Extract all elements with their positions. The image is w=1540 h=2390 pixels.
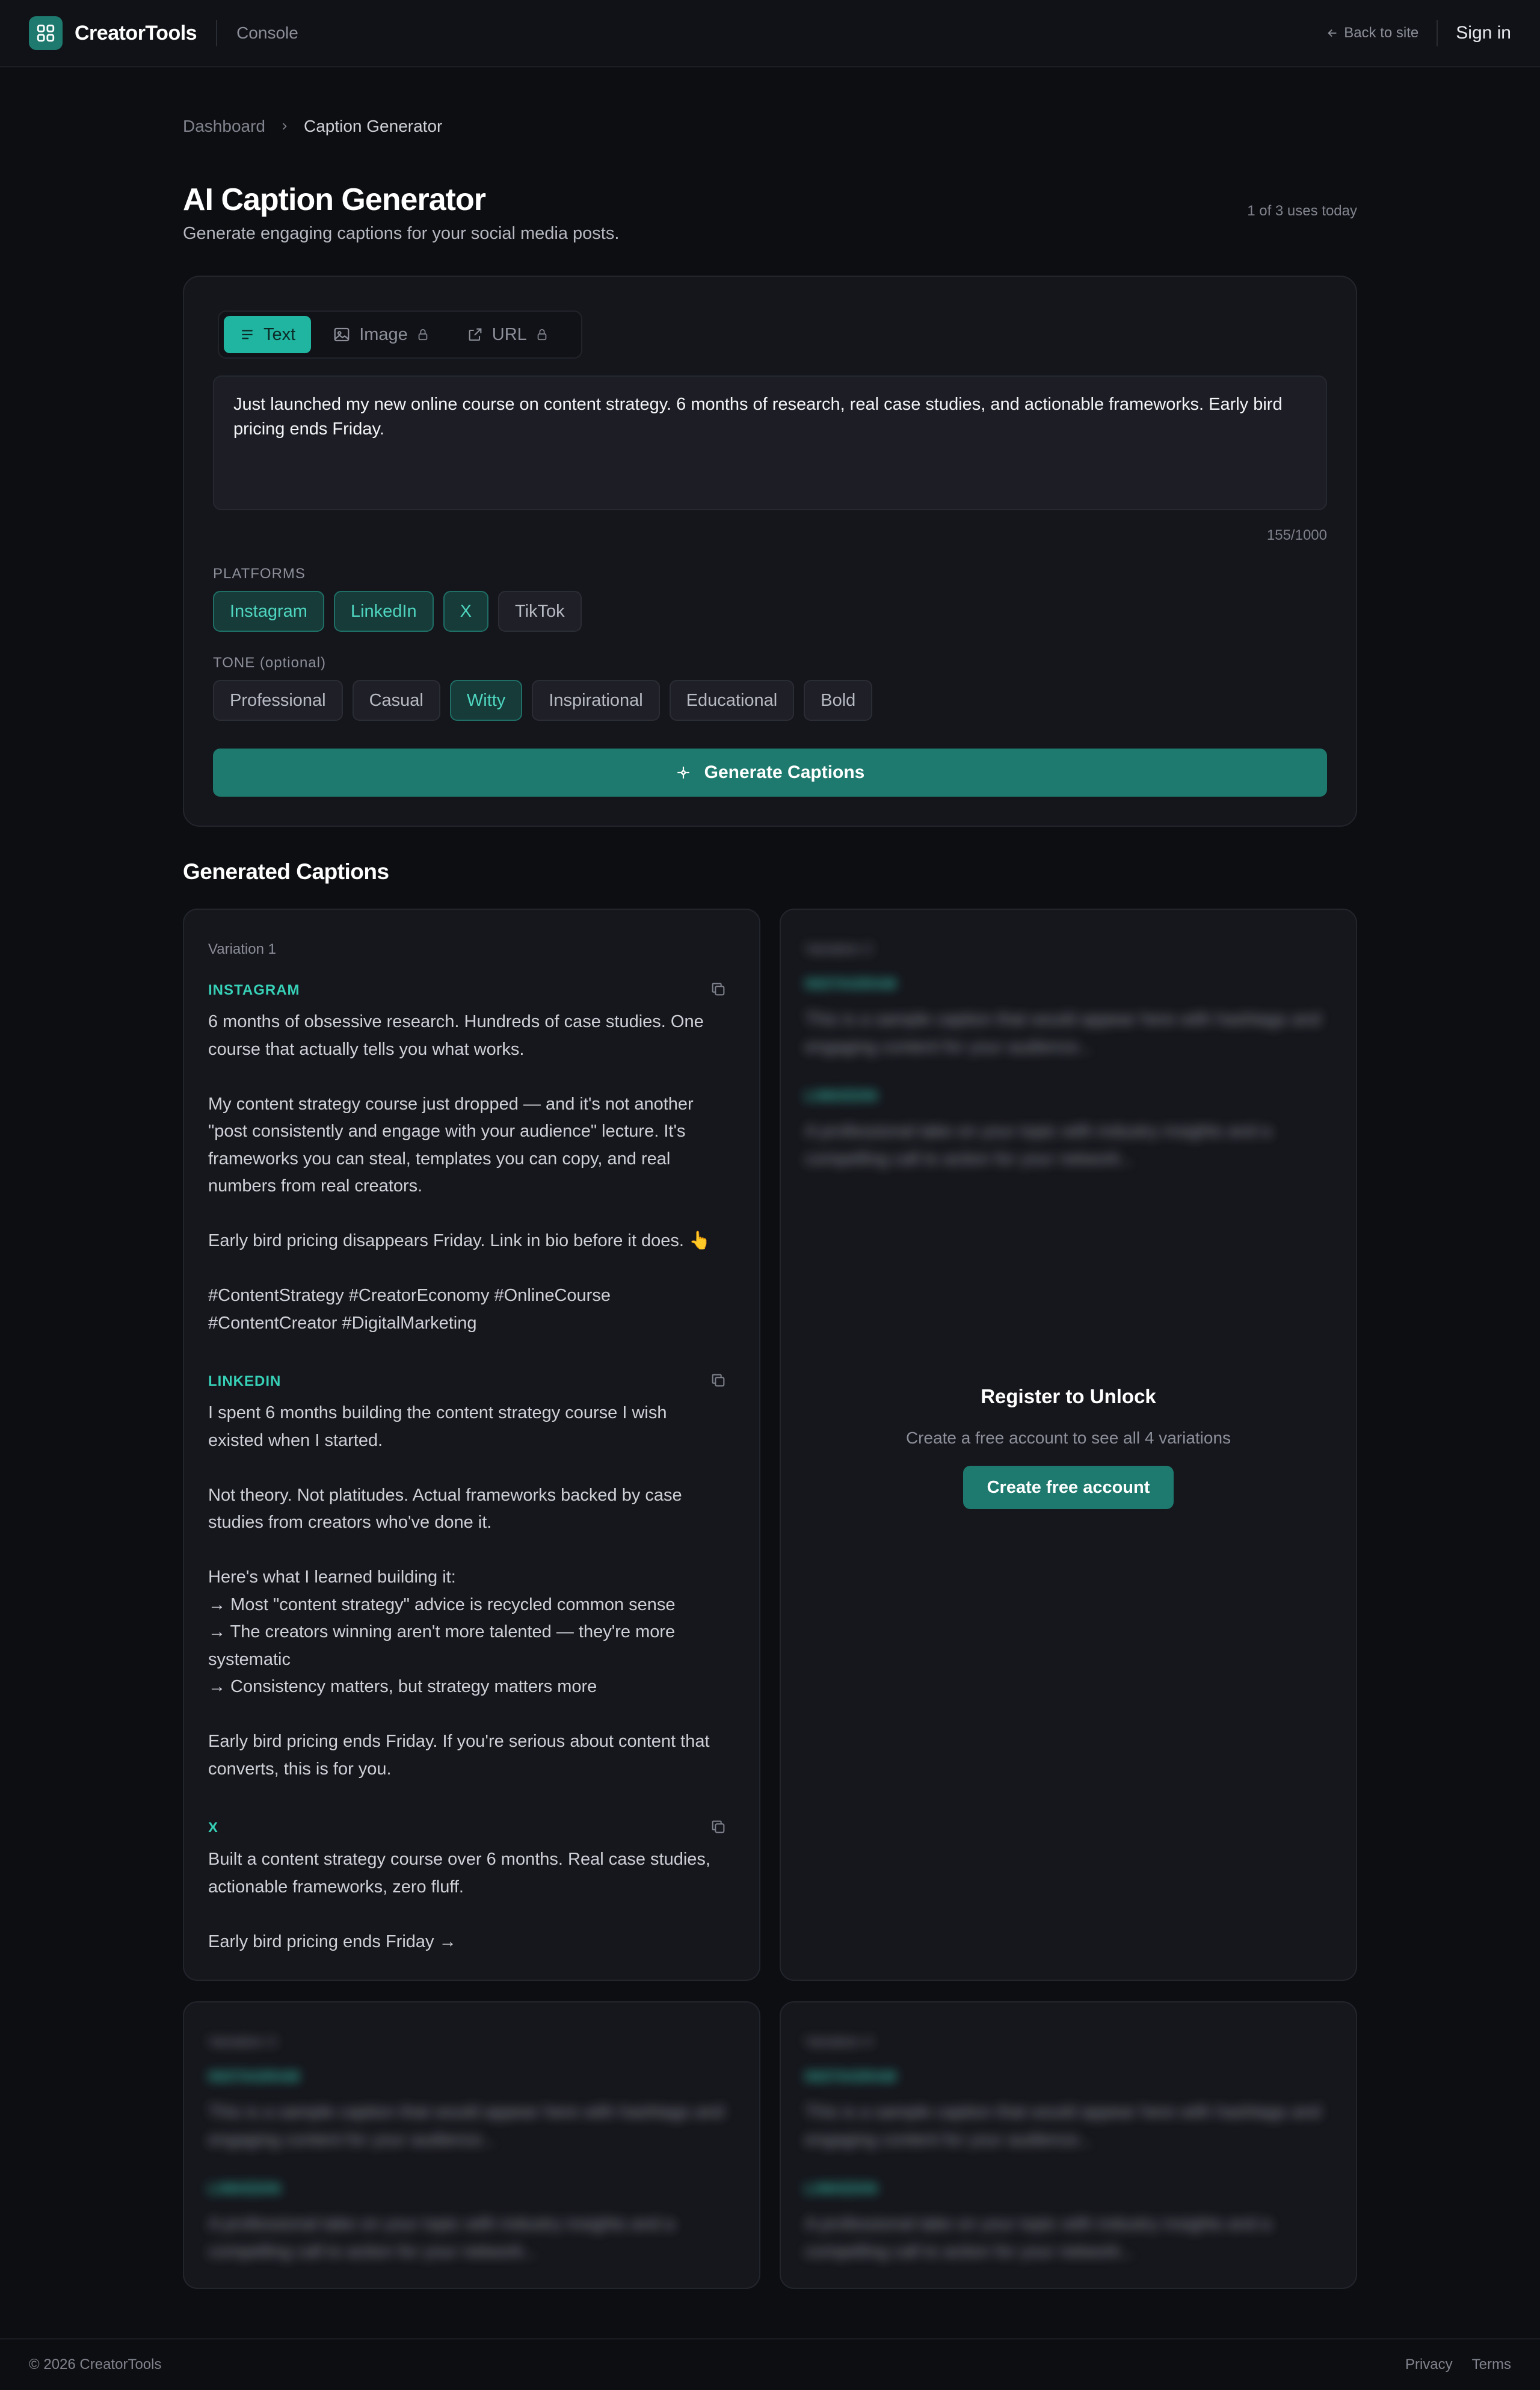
caption-text-placeholder: This is a sample caption that would appe… [805,2102,1321,2149]
lines-icon [242,330,253,339]
platform-label-instagram: INSTAGRAM [208,982,300,998]
header-divider [216,20,218,46]
platform-chip-instagram[interactable]: Instagram [213,591,324,632]
platform-label-linkedin: LINKEDIN [805,2181,878,2197]
back-to-site-link[interactable]: Back to site [1326,25,1418,42]
breadcrumb-current: Caption Generator [303,117,443,135]
variation-card-2-locked: Variation 2 INSTAGRAM This is a sample c… [780,909,1357,1981]
tone-chip-bold[interactable]: Bold [804,680,873,721]
tab-text[interactable]: Text [224,316,312,353]
footer: © 2026 CreatorTools Privacy Terms [0,2338,1540,2390]
page-subtitle: Generate engaging captions for your soci… [183,224,620,243]
character-count: 155/1000 [1266,527,1327,543]
caption-text-placeholder: This is a sample caption that would appe… [208,2102,724,2149]
header-divider-right [1437,20,1438,46]
variation-card-1: Variation 1 INSTAGRAM 6 months of obsess… [183,909,760,1981]
post-text-input[interactable]: Just launched my new online course on co… [213,375,1327,510]
platform-label-instagram: INSTAGRAM [208,2069,300,2085]
copy-icon[interactable] [710,1372,727,1389]
usage-counter: 1 of 3 uses today [1247,203,1357,219]
tone-label: TONE (optional) [213,655,326,671]
variation-card-3-locked: Variation 3 INSTAGRAM This is a sample c… [183,2001,760,2289]
tone-chip-witty[interactable]: Witty [449,680,523,721]
back-to-site-label: Back to site [1344,25,1419,41]
caption-text-placeholder: This is a sample caption that would appe… [805,1010,1321,1057]
variation-card-4-locked: Variation 4 INSTAGRAM This is a sample c… [780,2001,1357,2289]
platform-chip-linkedin[interactable]: LinkedIn [333,591,434,632]
tone-chip-professional[interactable]: Professional [213,680,343,721]
terms-link[interactable]: Terms [1472,2356,1511,2373]
tone-chip-educational[interactable]: Educational [669,680,795,721]
variation-label: Variation 2 [805,941,873,957]
page-title: AI Caption Generator [183,182,486,217]
image-icon [334,327,350,342]
input-type-tabs: Text Image URL [218,310,582,359]
copy-icon[interactable] [710,1818,727,1835]
copyright: © 2026 CreatorTools [29,2356,162,2373]
tab-image-label: Image [359,324,408,344]
tab-url-label: URL [491,324,527,344]
generated-captions-heading: Generated Captions [183,859,389,884]
caption-text-placeholder: A professional take on your topic with i… [805,1122,1272,1169]
lock-icon [418,329,428,341]
register-unlock-panel: Register to Unlock Create a free account… [781,1385,1356,1509]
caption-text-linkedin: I spent 6 months building the content st… [208,1403,710,1779]
unlock-title: Register to Unlock [981,1385,1156,1407]
tone-chip-inspirational[interactable]: Inspirational [532,680,660,721]
create-free-account-button[interactable]: Create free account [962,1466,1174,1509]
arrow-left-icon [1328,29,1337,37]
generate-captions-label: Generate Captions [704,762,865,782]
platform-chips: Instagram LinkedIn X TikTok [213,591,582,632]
sign-in-button[interactable]: Sign in [1456,23,1511,43]
breadcrumb: Dashboard Caption Generator [183,117,442,136]
platform-label-instagram: INSTAGRAM [805,976,897,992]
privacy-link[interactable]: Privacy [1405,2356,1453,2373]
console-link[interactable]: Console [236,23,298,43]
copy-icon[interactable] [710,981,727,998]
caption-text-placeholder: A professional take on your topic with i… [805,2214,1272,2261]
caption-text-instagram: 6 months of obsessive research. Hundreds… [208,1012,711,1333]
variation-label: Variation 1 [208,941,276,957]
platform-label-x: X [208,1820,219,1836]
variation-label: Variation 3 [208,2034,276,2050]
external-link-icon [469,328,482,341]
caption-input-card: Text Image URL Just launched my new onli… [183,276,1357,827]
platform-label-linkedin: LINKEDIN [208,2181,282,2197]
variation-label: Variation 4 [805,2034,873,2050]
tab-image[interactable]: Image [317,316,445,353]
sparkle-icon [677,767,689,779]
platform-label-linkedin: LINKEDIN [805,1088,878,1104]
chevron-right-icon [279,120,291,132]
platform-chip-x[interactable]: X [443,591,488,632]
tab-url[interactable]: URL [451,316,564,353]
lock-icon [537,329,547,341]
caption-text-x: Built a content strategy course over 6 m… [208,1850,710,1951]
platform-label-instagram: INSTAGRAM [805,2069,897,2085]
generate-captions-button[interactable]: Generate Captions [213,749,1327,797]
platforms-label: PLATFORMS [213,566,306,582]
unlock-subtitle: Create a free account to see all 4 varia… [905,1428,1231,1447]
brand-name[interactable]: CreatorTools [75,22,197,45]
tab-text-label: Text [263,324,296,344]
logo-icon[interactable] [29,16,63,50]
platform-chip-tiktok[interactable]: TikTok [497,591,582,632]
breadcrumb-dashboard[interactable]: Dashboard [183,117,265,136]
tone-chips: Professional Casual Witty Inspirational … [213,680,873,721]
caption-text-placeholder: A professional take on your topic with i… [208,2214,675,2261]
top-navbar: CreatorTools Console Back to site Sign i… [0,0,1540,67]
platform-label-linkedin: LINKEDIN [208,1373,282,1389]
tone-chip-casual[interactable]: Casual [352,680,440,721]
